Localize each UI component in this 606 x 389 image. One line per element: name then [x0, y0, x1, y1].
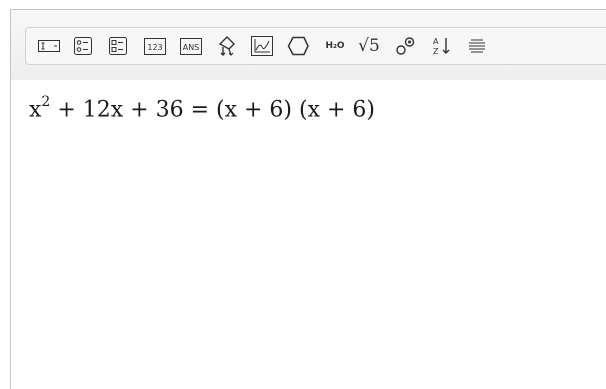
graph-tool-button[interactable] — [247, 28, 277, 64]
editor-area[interactable]: x2 + 12x + 36 = (x + 6) (x + 6) — [11, 80, 606, 389]
graph-icon — [251, 36, 273, 56]
chemistry-tool-button[interactable]: H₂O — [320, 28, 350, 64]
multiple-choice-icon — [74, 37, 92, 55]
equation-text[interactable]: x2 + 12x + 36 = (x + 6) (x + 6) — [29, 94, 375, 123]
more-tool-button[interactable] — [462, 28, 492, 64]
shape-tool-button[interactable] — [283, 28, 313, 64]
molecule-icon — [396, 37, 415, 55]
svg-text:A: A — [433, 37, 439, 46]
chemistry-icon: H₂O — [325, 41, 345, 51]
checklist-tool-button[interactable] — [103, 28, 133, 64]
chem-structure-tool-button[interactable] — [391, 28, 421, 64]
sort-tool-button[interactable]: AZ — [427, 28, 457, 64]
list-lines-icon — [469, 39, 485, 53]
numeric-icon: 123 — [144, 37, 166, 55]
svg-text:Z: Z — [433, 47, 439, 56]
sort-az-icon: AZ — [433, 37, 450, 56]
answer-icon: ANS — [179, 37, 203, 55]
textbox-icon — [38, 40, 60, 52]
multiple-choice-tool-button[interactable] — [68, 28, 98, 64]
shape-icon — [287, 36, 309, 56]
equation-remainder: + 12x + 36 = (x + 6) (x + 6) — [50, 97, 375, 123]
equation-variable: x — [29, 97, 42, 123]
equation-exponent: 2 — [41, 94, 51, 110]
editor-frame: 123 ANS H₂O √5 A Z x2 + 12x + 36 = (x + … — [10, 9, 606, 389]
toolbar: 123 ANS H₂O √5 A Z — [11, 10, 606, 81]
numeric-tool-button[interactable]: 123 — [140, 28, 170, 64]
toolbar-button-group: 123 ANS H₂O √5 A Z — [25, 27, 606, 65]
drag-point-icon — [218, 36, 235, 56]
textbox-tool-button[interactable] — [34, 28, 64, 64]
checklist-icon — [109, 37, 127, 55]
answer-tool-button[interactable]: ANS — [176, 28, 206, 64]
drag-point-tool-button[interactable] — [212, 28, 242, 64]
sqrt-tool-button[interactable]: √5 — [354, 28, 384, 64]
sqrt-icon: √5 — [358, 36, 380, 56]
